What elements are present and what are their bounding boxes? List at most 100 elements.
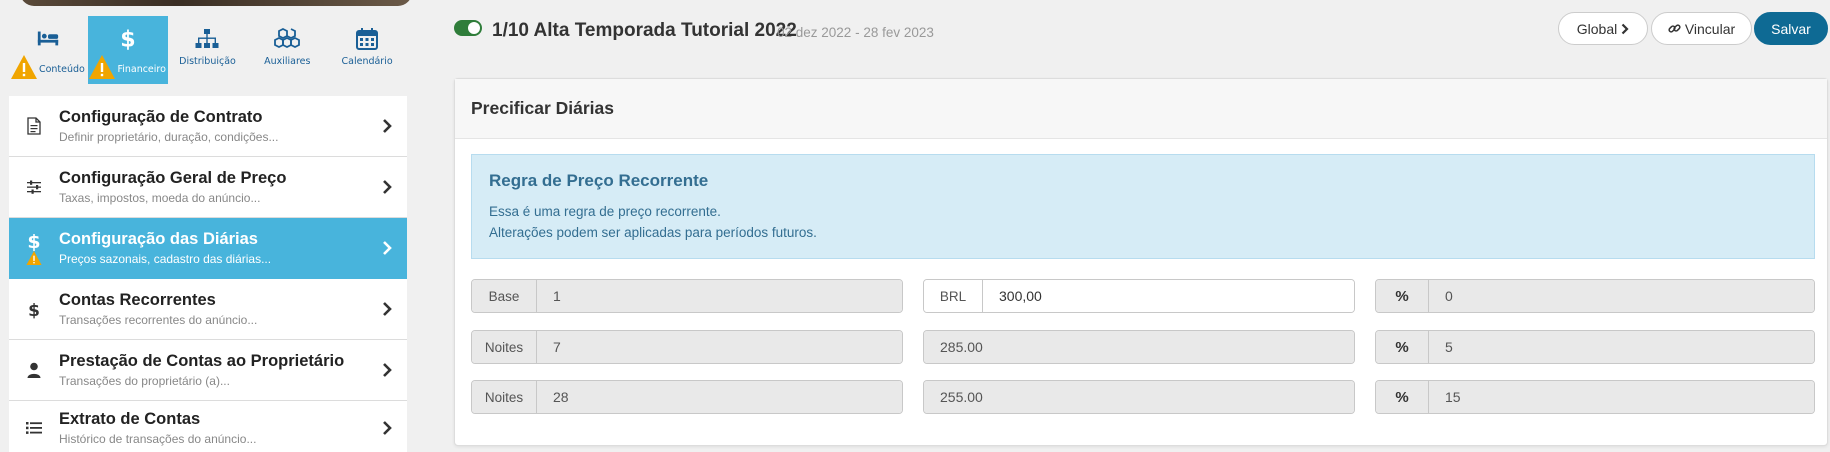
sliders-icon [27, 180, 41, 194]
percent-label: % [1376, 331, 1429, 363]
list-icon [26, 421, 42, 434]
info-line: Alterações podem ser aplicadas para perí… [489, 225, 817, 240]
percent-field: 5 [1429, 331, 1814, 363]
menu-item-extrato[interactable]: Extrato de Contas Histórico de transações… [9, 401, 407, 452]
page-title: 1/10 Alta Temporada Tutorial 2022 [492, 20, 797, 41]
menu-item-title: Configuração Geral de Preço [59, 169, 287, 187]
price-field: 255.00 [924, 381, 1354, 413]
global-button[interactable]: Global [1558, 12, 1648, 45]
percent-label: % [1376, 381, 1429, 413]
date-range: 02 dez 2022 - 28 fev 2023 [777, 25, 934, 40]
price-field: 285.00 [924, 331, 1354, 363]
price-row: Noites 28 255.00 % 15 [471, 380, 1815, 414]
pricing-card: Precificar Diárias Regra de Preço Recorr… [454, 78, 1828, 446]
percent-field: 0 [1429, 280, 1814, 312]
nights-field: 7 [537, 331, 902, 363]
tab-calendario[interactable]: Calendário [327, 16, 407, 84]
sitemap-icon [195, 29, 219, 48]
tab-label: Conteúdo [38, 63, 85, 75]
chevron-right-icon [383, 420, 392, 435]
save-button[interactable]: Salvar [1754, 12, 1828, 45]
chevron-right-icon [383, 363, 392, 377]
sidebar: Conteúdo $ Financeiro Distribuição Auxil… [0, 0, 416, 452]
tab-label: Financeiro [117, 63, 166, 75]
global-button-label: Global [1576, 20, 1618, 37]
warning-icon [89, 55, 116, 79]
link-icon [1668, 24, 1681, 33]
sidebar-menu: Configuração de Contrato Definir propriet… [9, 96, 407, 452]
price-group: BRL 300,00 [923, 279, 1355, 313]
menu-item-contrato[interactable]: Configuração de Contrato Definir propriet… [9, 96, 407, 157]
svg-text:$: $ [27, 231, 40, 251]
menu-item-contas-recorrentes[interactable]: $ Contas Recorrentes Transações recorrent… [9, 279, 407, 340]
cubes-icon [274, 27, 301, 49]
document-icon [27, 117, 41, 135]
discount-group: % 5 [1375, 330, 1815, 364]
discount-group: % 15 [1375, 380, 1815, 414]
chevron-right-icon [1621, 23, 1629, 34]
menu-item-title: Configuração das Diárias [59, 230, 258, 248]
dollar-icon: $ [28, 301, 40, 319]
menu-item-subtitle: Transações do proprietário (a)... [59, 374, 230, 388]
info-title: Regra de Preço Recorrente [489, 171, 709, 190]
svg-text:$: $ [28, 301, 40, 319]
menu-item-diarias[interactable]: $ Configuração das Diárias Preços sazonai… [9, 218, 407, 279]
menu-item-subtitle: Definir proprietário, duração, condições… [59, 130, 279, 144]
nights-group: Noites 7 [471, 330, 903, 364]
nights-label: Base [472, 280, 537, 312]
nights-field: 28 [537, 381, 902, 413]
active-toggle[interactable] [454, 20, 482, 36]
info-line: Essa é uma regra de preço recorrente. [489, 204, 721, 219]
tab-distribuicao[interactable]: Distribuição [168, 16, 248, 84]
nights-field: 1 [537, 280, 902, 312]
menu-item-subtitle: Histórico de transações do anúncio... [59, 431, 257, 446]
svg-text:$: $ [120, 26, 135, 50]
tab-label: Auxiliares [264, 56, 311, 67]
tab-conteudo[interactable]: Conteúdo [8, 16, 88, 84]
nights-group: Base 1 [471, 279, 903, 313]
price-group: 285.00 [923, 330, 1355, 364]
chevron-right-icon [383, 302, 392, 316]
menu-item-title: Prestação de Contas ao Proprietário [59, 352, 345, 370]
listing-photo [20, 0, 412, 6]
calendar-icon [356, 28, 379, 50]
sidebar-tabs: Conteúdo $ Financeiro Distribuição Auxil… [8, 16, 407, 84]
tab-label: Distribuição [179, 56, 236, 67]
chevron-right-icon [383, 180, 392, 194]
tab-auxiliares[interactable]: Auxiliares [247, 16, 327, 84]
menu-item-subtitle: Transações recorrentes do anúncio... [59, 313, 258, 327]
dollar-icon: $ [120, 26, 135, 50]
tab-label: Calendário [341, 56, 393, 67]
bed-icon [37, 31, 59, 46]
price-input[interactable]: 300,00 [983, 280, 1354, 312]
currency-label: BRL [924, 280, 983, 312]
menu-item-preco-geral[interactable]: Configuração Geral de Preço Taxas, impost… [9, 157, 407, 218]
menu-item-title: Extrato de Contas [59, 409, 201, 428]
chevron-right-icon [383, 241, 392, 255]
warning-icon [10, 55, 37, 79]
chevron-right-icon [383, 119, 392, 133]
vincular-button[interactable]: Vincular [1651, 12, 1752, 45]
nights-label: Noites [472, 381, 537, 413]
percent-label: % [1376, 280, 1429, 312]
price-row: Base 1 BRL 300,00 % 0 [471, 279, 1815, 313]
dollar-icon: $ [27, 231, 40, 251]
menu-item-subtitle: Taxas, impostos, moeda do anúncio... [59, 191, 261, 205]
user-icon [27, 362, 41, 378]
vincular-button-label: Vincular [1684, 20, 1736, 37]
nights-label: Noites [472, 331, 537, 363]
menu-item-title: Contas Recorrentes [59, 291, 216, 309]
warning-icon [26, 251, 42, 265]
menu-item-prestacao-contas[interactable]: Prestação de Contas ao Proprietário Trans… [9, 340, 407, 401]
price-row: Noites 7 285.00 % 5 [471, 330, 1815, 364]
info-alert: Regra de Preço Recorrente Essa é uma reg… [471, 154, 1815, 259]
menu-item-subtitle: Preços sazonais, cadastro das diárias... [59, 252, 272, 266]
percent-field: 15 [1429, 381, 1814, 413]
menu-item-title: Configuração de Contrato [59, 108, 263, 126]
discount-group: % 0 [1375, 279, 1815, 313]
card-title: Precificar Diárias [455, 79, 1827, 139]
tab-financeiro[interactable]: $ Financeiro [87, 16, 168, 84]
nights-group: Noites 28 [471, 380, 903, 414]
page-header: 1/10 Alta Temporada Tutorial 2022 02 dez… [432, 0, 1830, 58]
main-content: 1/10 Alta Temporada Tutorial 2022 02 dez… [432, 0, 1830, 452]
